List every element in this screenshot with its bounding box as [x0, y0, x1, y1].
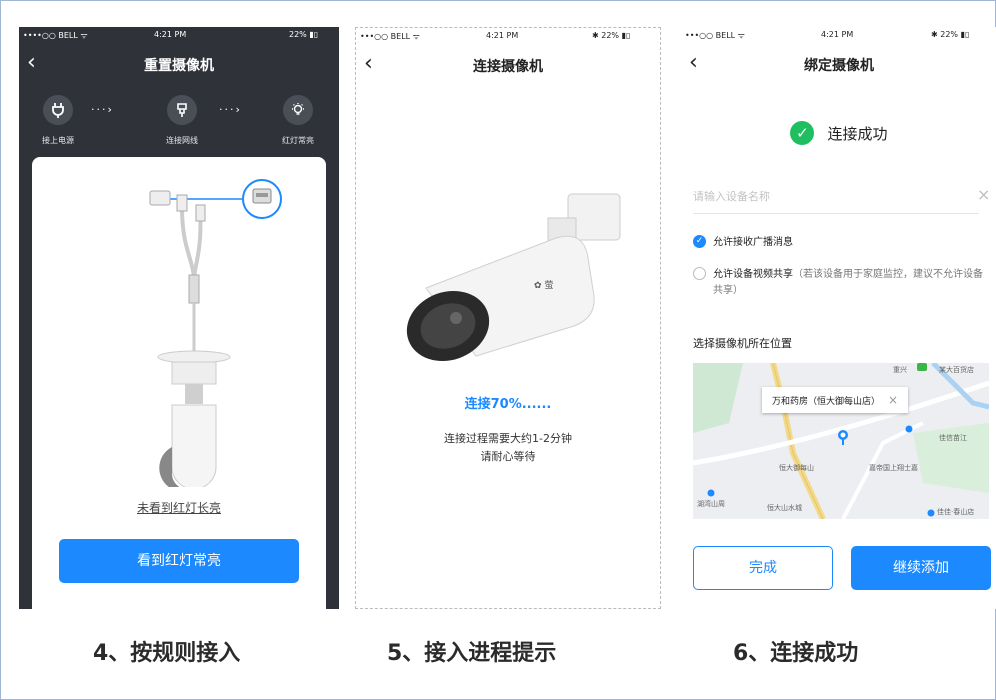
map-label: 恒大御每山	[779, 464, 814, 472]
step-label: 接上电源	[42, 136, 74, 145]
carrier-text: ••••○○ BELL ᯤ	[23, 31, 88, 40]
success-banner: ✓ 连接成功	[681, 121, 996, 145]
check-circle-icon: ✓	[790, 121, 815, 145]
red-light-not-on-link[interactable]: 未看到红灯长亮	[32, 499, 326, 516]
map-label: 佳信苗江	[939, 434, 967, 442]
battery-text: ✱ 22% ▮▯	[592, 31, 631, 40]
map-place-tooltip: 万和药房（恒大御每山店） ×	[762, 387, 909, 413]
status-bar: •••○○ BELL ᯤ 4:21 PM ✱ 22% ▮▯	[356, 28, 660, 44]
step-caption: 5、接入进程提示	[387, 641, 557, 666]
nav-bar: ‹ 绑定摄像机	[681, 49, 996, 81]
option-label: 允许设备视频共享（若该设备用于家庭监控，建议不允许设备共享）	[713, 267, 988, 299]
map-label: 湖湾山周	[697, 500, 725, 508]
status-bar: ••••○○ BELL ᯤ 4:21 PM 22% ▮▯	[19, 27, 339, 43]
red-light-on-button[interactable]: 看到红灯常亮	[59, 539, 299, 583]
checkbox-unchecked[interactable]	[693, 267, 706, 280]
step-caption: 6、连接成功	[733, 641, 859, 666]
option-label-text: 允许设备视频共享	[713, 269, 793, 280]
step-caption: 4、按规则接入	[93, 641, 241, 666]
status-time: 4:21 PM	[486, 31, 519, 40]
location-map[interactable]: 万和药房（恒大御每山店） × 重兴 某大百货店 佳信苗江 恒大御每山 嘉帝国上翔士…	[693, 363, 989, 519]
tooltip-text: 万和药房（恒大御每山店）	[772, 397, 881, 407]
wait-hint-line2: 请耐心等待	[480, 450, 536, 463]
battery-text: ✱ 22% ▮▯	[931, 30, 970, 39]
map-label: 某大百货店	[939, 366, 974, 374]
connection-progress-text: 连接70%......	[464, 397, 552, 412]
bullet-camera-illustration: ✿ 萤	[406, 193, 621, 362]
camera-cable-illustration	[149, 179, 282, 487]
done-button[interactable]: 完成	[693, 546, 833, 590]
phone-bind-camera: •••○○ BELL ᯤ 4:21 PM ✱ 22% ▮▯ ‹ 绑定摄像机 ✓ …	[681, 27, 996, 609]
map-label: 重兴	[893, 366, 907, 374]
option-label: 允许接收广播消息	[713, 237, 793, 248]
map-label: 佳佳·春山店	[937, 508, 975, 516]
phone-connect-camera: •••○○ BELL ᯤ 4:21 PM ✱ 22% ▮▯ ‹ 连接摄像机 ✿ …	[355, 27, 661, 609]
map-label: 嘉帝国上翔士嘉	[869, 464, 918, 472]
step-arrow: ···›	[91, 103, 114, 116]
status-time: 4:21 PM	[154, 30, 187, 39]
battery-text: 22% ▮▯	[289, 30, 319, 39]
wait-hint-line1: 连接过程需要大约1-2分钟	[444, 432, 572, 445]
map-label: 恒大山水城	[767, 504, 802, 512]
step-arrow: ···›	[219, 103, 242, 116]
success-text: 连接成功	[827, 124, 888, 143]
nav-bar: ‹ 连接摄像机	[356, 50, 660, 82]
phone-reset-camera: ••••○○ BELL ᯤ 4:21 PM 22% ▮▯ ‹ 重置摄像机 ···…	[19, 27, 339, 609]
continue-adding-button[interactable]: 继续添加	[851, 546, 991, 590]
page-title: 重置摄像机	[144, 58, 214, 74]
location-section-title: 选择摄像机所在位置	[693, 337, 792, 350]
page-title: 连接摄像机	[473, 59, 543, 75]
close-icon[interactable]: ×	[888, 393, 898, 407]
bulb-icon	[283, 95, 313, 125]
step-indicator: ···› ···› 接上电源 连接网线 红灯常亮	[19, 95, 339, 155]
checkbox-checked[interactable]: ✓	[693, 235, 706, 248]
page-title: 绑定摄像机	[804, 58, 874, 74]
close-icon[interactable]: ×	[977, 185, 990, 204]
step-label: 连接网线	[166, 136, 198, 145]
instruction-card: 未看到红灯长亮 看到红灯常亮	[32, 157, 326, 609]
carrier-text: •••○○ BELL ᯤ	[685, 31, 745, 40]
nav-bar: ‹ 重置摄像机	[19, 49, 339, 81]
camera-plug-icon	[167, 95, 197, 125]
device-name-input[interactable]	[693, 179, 979, 214]
carrier-text: •••○○ BELL ᯤ	[360, 32, 420, 41]
step-label: 红灯常亮	[282, 136, 314, 145]
status-bar: •••○○ BELL ᯤ 4:21 PM ✱ 22% ▮▯	[681, 27, 996, 43]
plug-icon	[43, 95, 73, 125]
status-time: 4:21 PM	[821, 30, 854, 39]
svg-text:✿ 萤: ✿ 萤	[534, 279, 553, 291]
figure-frame: ••••○○ BELL ᯤ 4:21 PM 22% ▮▯ ‹ 重置摄像机 ···…	[0, 0, 996, 700]
